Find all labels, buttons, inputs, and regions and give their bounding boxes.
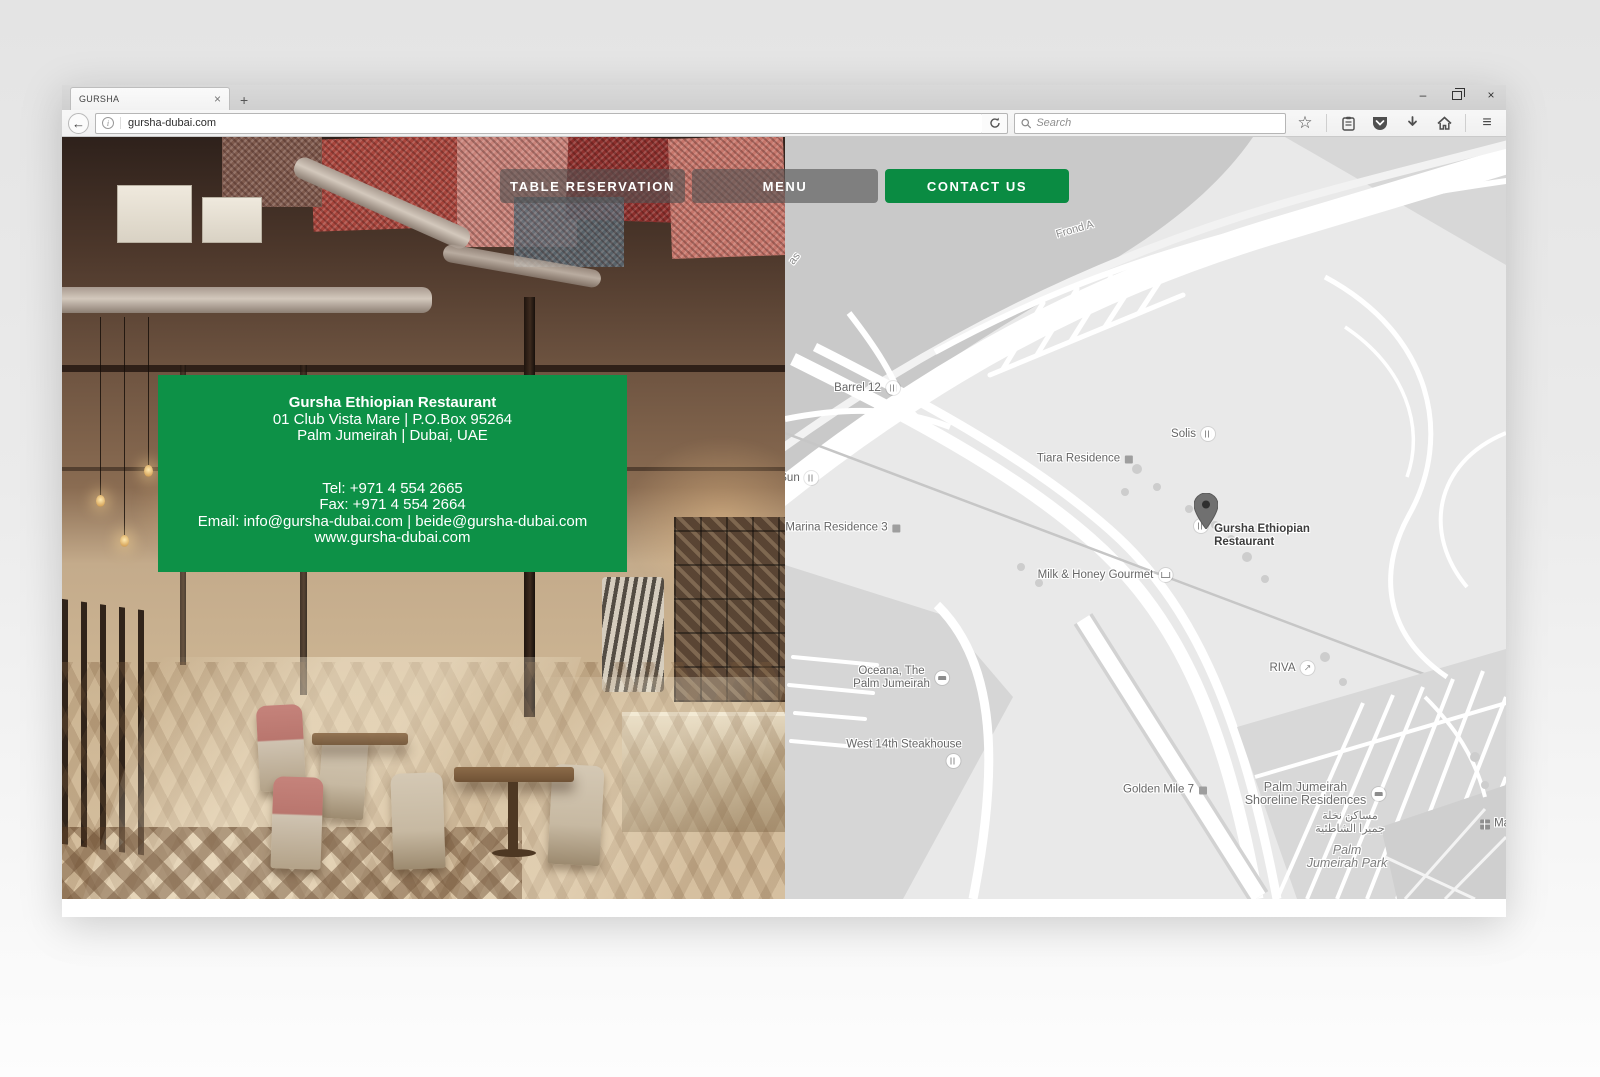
menu-hamburger-icon[interactable]: ≡ xyxy=(1474,112,1500,134)
browser-toolbar: ← i gursha-dubai.com ☆ xyxy=(62,110,1506,137)
site-info-icon[interactable]: i xyxy=(102,117,114,129)
restaurant-interior-photo: Gursha Ethiopian Restaurant 01 Club Vist… xyxy=(62,137,785,899)
minimize-button[interactable]: – xyxy=(1416,88,1430,102)
pocket-icon[interactable] xyxy=(1367,112,1393,134)
arrow-icon xyxy=(1301,661,1315,675)
back-button[interactable]: ← xyxy=(68,113,89,134)
poi-west-14th-steakhouse-text: West 14th Steakhouse xyxy=(846,739,962,752)
tab-close-icon[interactable]: × xyxy=(214,93,221,105)
residence-icon xyxy=(1199,786,1207,794)
contact-us-button[interactable]: CONTACT US xyxy=(885,169,1069,203)
poi-mar-cutoff-text: Mar xyxy=(1494,818,1506,831)
area-shoreline-arabic-text: مساكن نخلة جميرا الشاطئية xyxy=(1315,810,1385,836)
home-icon[interactable] xyxy=(1431,112,1457,134)
poi-sun-text: Sun xyxy=(785,472,800,485)
grid-icon xyxy=(1480,819,1490,829)
area-palm-jumeirah-shoreline-residences[interactable]: Palm Jumeirah Shoreline Residences xyxy=(1245,781,1386,807)
poi-golden-mile-7-text: Golden Mile 7 xyxy=(1123,784,1194,797)
contact-card: Gursha Ethiopian Restaurant 01 Club Vist… xyxy=(158,375,627,572)
tab-title: GURSHA xyxy=(79,94,208,104)
window-controls: – × xyxy=(1416,88,1498,102)
poi-oceana-the-palm-jumeirah-text: Oceana, The Palm Jumeirah xyxy=(853,665,930,691)
reload-icon xyxy=(989,117,1001,129)
poi-marina-residence-3-text: Marina Residence 3 xyxy=(785,522,887,535)
menu-button[interactable]: MENU xyxy=(692,169,878,203)
poi-golden-mile-7[interactable]: Golden Mile 7 xyxy=(1123,784,1207,797)
poi-west-14th-steakhouse[interactable]: West 14th Steakhouse xyxy=(846,739,962,752)
hotel-icon xyxy=(935,671,949,685)
restaurant-icon xyxy=(1201,427,1215,441)
contact-tel: Tel: +971 4 554 2665 xyxy=(322,480,463,497)
table-reservation-button[interactable]: TABLE RESERVATION xyxy=(500,169,685,203)
restaurant-icon xyxy=(947,754,961,768)
url-text: gursha-dubai.com xyxy=(120,117,216,129)
toolbar-divider-2 xyxy=(1465,114,1466,132)
page-content: Gursha Ethiopian Restaurant 01 Club Vist… xyxy=(62,137,1506,916)
contact-email: Email: info@gursha-dubai.com | beide@gur… xyxy=(198,513,588,530)
map-pin-gursha[interactable] xyxy=(1194,493,1218,529)
tab-gursha[interactable]: GURSHA × xyxy=(70,87,230,110)
contact-website: www.gursha-dubai.com xyxy=(315,529,471,546)
contact-fax: Fax: +971 4 554 2664 xyxy=(319,496,465,513)
area-palm-jumeirah-shoreline-residences-text: Palm Jumeirah Shoreline Residences xyxy=(1245,781,1367,807)
area-palm-jumeirah-park-text: Palm Jumeirah Park xyxy=(1307,844,1388,870)
main-navigation: TABLE RESERVATION MENU CONTACT US xyxy=(500,169,1069,203)
residence-icon xyxy=(1125,455,1133,463)
grocery-icon xyxy=(1158,568,1172,582)
tab-bar: GURSHA × + – × xyxy=(62,85,1506,110)
poi-mar-cutoff[interactable]: Mar xyxy=(1480,818,1506,831)
poi-sun[interactable]: Sun xyxy=(785,471,819,485)
new-tab-button[interactable]: + xyxy=(230,92,258,110)
poi-solis-text: Solis xyxy=(1171,428,1196,441)
search-icon xyxy=(1021,118,1031,129)
area-shoreline-arabic[interactable]: مساكن نخلة جميرا الشاطئية xyxy=(1315,810,1385,836)
contact-card-title: Gursha Ethiopian Restaurant xyxy=(289,394,497,411)
close-button[interactable]: × xyxy=(1484,88,1498,102)
poi-tiara-residence-text: Tiara Residence xyxy=(1037,453,1120,466)
poi-tiara-residence[interactable]: Tiara Residence xyxy=(1037,453,1133,466)
search-bar[interactable] xyxy=(1014,113,1286,134)
location-map[interactable]: Frond AasBarrel 12SolisTiara ResidenceSu… xyxy=(785,137,1506,899)
residence-icon xyxy=(893,524,901,532)
area-palm-jumeirah-park[interactable]: Palm Jumeirah Park xyxy=(1307,844,1388,870)
hotel-icon xyxy=(1371,787,1385,801)
browser-window: GURSHA × + – × ← i gursha-dubai.com xyxy=(62,85,1506,917)
toolbar-divider xyxy=(1326,114,1327,132)
restore-button[interactable] xyxy=(1452,91,1462,100)
restaurant-icon xyxy=(805,471,819,485)
url-bar[interactable]: i gursha-dubai.com xyxy=(95,113,983,134)
poi-gursha-ethiopian-restaurant[interactable]: Gursha Ethiopian Restaurant xyxy=(1214,523,1310,549)
reload-button[interactable] xyxy=(982,113,1008,134)
search-input[interactable] xyxy=(1036,117,1279,129)
contact-address-line1: 01 Club Vista Mare | P.O.Box 95264 xyxy=(273,411,512,428)
bookmark-star-icon[interactable]: ☆ xyxy=(1292,112,1318,134)
poi-gursha-ethiopian-restaurant-text: Gursha Ethiopian Restaurant xyxy=(1214,523,1310,549)
poi-riva[interactable]: RIVA xyxy=(1270,661,1315,675)
poi-milk-honey-gourmet[interactable]: Milk & Honey Gourmet xyxy=(1038,568,1173,582)
poi-west-14th-steakhouse-icon[interactable] xyxy=(942,754,961,768)
contact-address-line2: Palm Jumeirah | Dubai, UAE xyxy=(297,427,488,444)
downloads-icon[interactable] xyxy=(1399,112,1425,134)
poi-barrel-12-text: Barrel 12 xyxy=(834,382,881,395)
poi-barrel-12[interactable]: Barrel 12 xyxy=(834,381,900,395)
restaurant-icon xyxy=(886,381,900,395)
poi-oceana-the-palm-jumeirah[interactable]: Oceana, The Palm Jumeirah xyxy=(853,665,949,691)
poi-milk-honey-gourmet-text: Milk & Honey Gourmet xyxy=(1038,569,1154,582)
reading-list-icon[interactable] xyxy=(1335,112,1361,134)
poi-riva-text: RIVA xyxy=(1270,662,1296,675)
poi-solis[interactable]: Solis xyxy=(1171,427,1215,441)
poi-marina-residence-3[interactable]: Marina Residence 3 xyxy=(785,522,900,535)
